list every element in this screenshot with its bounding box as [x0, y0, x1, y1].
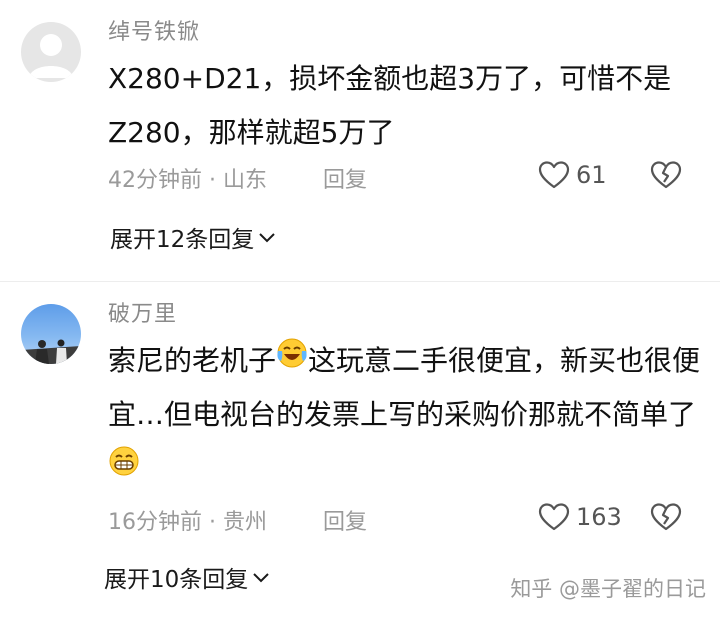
comment-text: 索尼的老机子 这玩意二手很便宜，新买也很便宜…但电视台的发票上写的采购价那就不简…: [108, 334, 708, 496]
expand-replies-button[interactable]: 展开10条回复: [104, 560, 270, 594]
like-count: 163: [576, 503, 622, 531]
expand-replies-label: 展开10条回复: [104, 567, 249, 593]
dislike-button[interactable]: [650, 160, 682, 194]
chevron-down-icon: [253, 573, 269, 583]
reply-button[interactable]: 回复: [323, 504, 367, 536]
time-location: 42分钟前 · 山东: [108, 168, 267, 193]
reply-button[interactable]: 回复: [323, 162, 367, 194]
comment-meta: 16分钟前 · 贵州 回复: [108, 504, 367, 536]
avatar[interactable]: [21, 22, 81, 82]
username[interactable]: 破万里: [108, 296, 177, 328]
time-location: 16分钟前 · 贵州: [108, 510, 267, 535]
heart-icon: [538, 161, 570, 189]
laughing-crying-emoji: [276, 333, 308, 387]
username[interactable]: 绰号铁锨: [108, 14, 200, 46]
watermark: 知乎 @墨子翟的日记: [510, 577, 706, 601]
landscape-avatar-icon: [21, 339, 81, 364]
chevron-down-icon: [259, 233, 275, 243]
like-count: 61: [576, 161, 607, 189]
expand-replies-button[interactable]: 展开12条回复: [110, 220, 276, 254]
heart-icon: [538, 503, 570, 531]
comment-text: X280+D21，损坏金额也超3万了，可惜不是Z280，那样就超5万了: [108, 62, 672, 149]
comment-item: 绰号铁锨 X280+D21，损坏金额也超3万了，可惜不是Z280，那样就超5万了…: [0, 0, 720, 282]
like-button[interactable]: 61: [538, 160, 607, 190]
broken-heart-icon: [650, 161, 682, 189]
dislike-button[interactable]: [650, 502, 682, 536]
comment-text-part1: 索尼的老机子: [108, 344, 277, 377]
comment-item: 破万里 索尼的老机子 这玩意二手很便宜，新买也很便宜…但电视台的发票上写的采购价…: [0, 282, 720, 619]
broken-heart-icon: [650, 503, 682, 531]
grinning-emoji: [108, 441, 140, 495]
default-avatar-icon: [29, 34, 73, 78]
avatar[interactable]: [21, 304, 81, 364]
like-button[interactable]: 163: [538, 502, 622, 532]
expand-replies-label: 展开12条回复: [110, 227, 255, 253]
comment-meta: 42分钟前 · 山东 回复: [108, 162, 367, 194]
